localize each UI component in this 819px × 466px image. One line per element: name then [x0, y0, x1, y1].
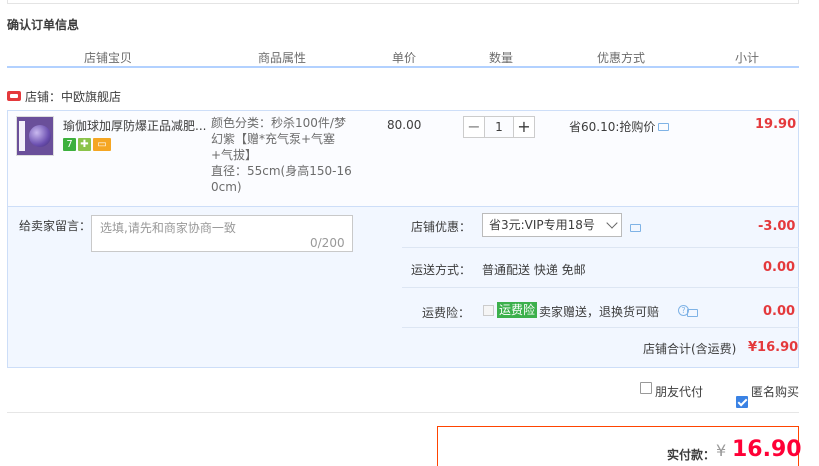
header-divider — [7, 66, 799, 68]
attr-line: 直径：55cm(身高150-16 — [211, 164, 352, 178]
payment-amount: 16.90 — [732, 437, 802, 462]
help-icon[interactable]: ? — [678, 305, 689, 316]
guarantee-icon: ✚ — [78, 138, 91, 151]
shop-discount-selected: 省3元:VIP专用18号 — [489, 218, 595, 232]
message-label: 给卖家留言： — [19, 219, 92, 233]
attr-line: 0cm) — [211, 180, 242, 194]
insurance-label: 运费险： — [422, 306, 471, 320]
attr-line: +气拔】 — [211, 148, 258, 162]
shop-row: 店铺：中欧旗舰店 — [7, 88, 121, 104]
shop-discount-select[interactable]: 省3元:VIP专用18号 — [482, 213, 622, 237]
section-title: 确认订单信息 — [7, 18, 80, 32]
shop-discount-amount: -3.00 — [758, 219, 796, 234]
header-discount: 优惠方式 — [597, 51, 646, 65]
qty-plus-button[interactable]: + — [513, 116, 535, 138]
header-item: 店铺宝贝 — [84, 51, 133, 65]
product-thumbnail[interactable] — [16, 116, 54, 156]
bottom-divider — [7, 412, 799, 413]
attr-line: 颜色分类：秒杀100件/梦 — [211, 116, 346, 130]
anonymous-purchase-label[interactable]: 匿名购买 — [751, 383, 799, 400]
shop-name-link[interactable]: 店铺：中欧旗舰店 — [25, 88, 121, 105]
header-subtotal: 小计 — [735, 51, 760, 65]
unit-price: 80.00 — [387, 118, 422, 132]
item-subtotal: 19.90 — [755, 117, 797, 132]
credit-card-icon: ▭ — [93, 138, 111, 151]
currency-symbol: ¥ — [716, 441, 727, 460]
product-attributes: 颜色分类：秒杀100件/梦 幻紫【赠*充气泵+气塞 +气拔】 直径：55cm(身… — [211, 115, 361, 195]
friend-pay-checkbox[interactable] — [640, 382, 652, 394]
product-title-link[interactable]: 瑜伽球加厚防爆正品减肥... — [63, 117, 208, 134]
shipping-amount: 0.00 — [763, 260, 796, 275]
attr-line: 幻紫【赠*充气泵+气塞 — [211, 132, 336, 146]
shop-total-value: ¥16.90 — [748, 340, 799, 355]
option-divider — [402, 287, 799, 288]
header-attr: 商品属性 — [258, 51, 307, 65]
qty-minus-button[interactable]: − — [463, 116, 485, 138]
shipping-method: 普通配送 快递 免邮 — [482, 263, 586, 277]
comment-icon[interactable] — [658, 122, 670, 131]
seven-day-return-icon: 7 — [63, 138, 76, 151]
shipping-label: 运送方式： — [411, 263, 472, 277]
qty-input[interactable]: 1 — [485, 116, 513, 138]
header-price: 单价 — [392, 51, 417, 65]
payment-label: 实付款： — [667, 448, 716, 462]
friend-pay-label[interactable]: 朋友代付 — [655, 383, 703, 400]
insurance-amount: 0.00 — [763, 304, 796, 319]
shop-discount-label: 店铺优惠： — [411, 220, 472, 234]
insurance-checkbox — [483, 305, 494, 316]
comment-icon[interactable] — [630, 224, 641, 232]
chevron-down-icon — [606, 217, 618, 229]
discount-text: 省60.10:抢购价 — [569, 120, 656, 134]
shop-total-label: 店铺合计(含运费) — [643, 342, 737, 356]
insurance-tag: 运费险 — [497, 302, 538, 318]
tmall-shop-icon — [7, 91, 21, 101]
discount-method: 省60.10:抢购价 — [569, 118, 670, 135]
anonymous-purchase-checkbox[interactable] — [736, 396, 748, 408]
option-divider — [402, 327, 799, 328]
top-frame — [7, 0, 799, 4]
message-placeholder: 选填,请先和商家协商一致 — [100, 221, 236, 235]
quantity-stepper: − 1 + — [463, 116, 535, 138]
option-divider — [402, 247, 799, 248]
insurance-description: 卖家赠送，退换货可赔 — [539, 305, 660, 319]
header-qty: 数量 — [489, 51, 514, 65]
service-badges: 7 ✚ ▭ — [63, 138, 111, 151]
message-char-count: 0/200 — [310, 236, 345, 250]
